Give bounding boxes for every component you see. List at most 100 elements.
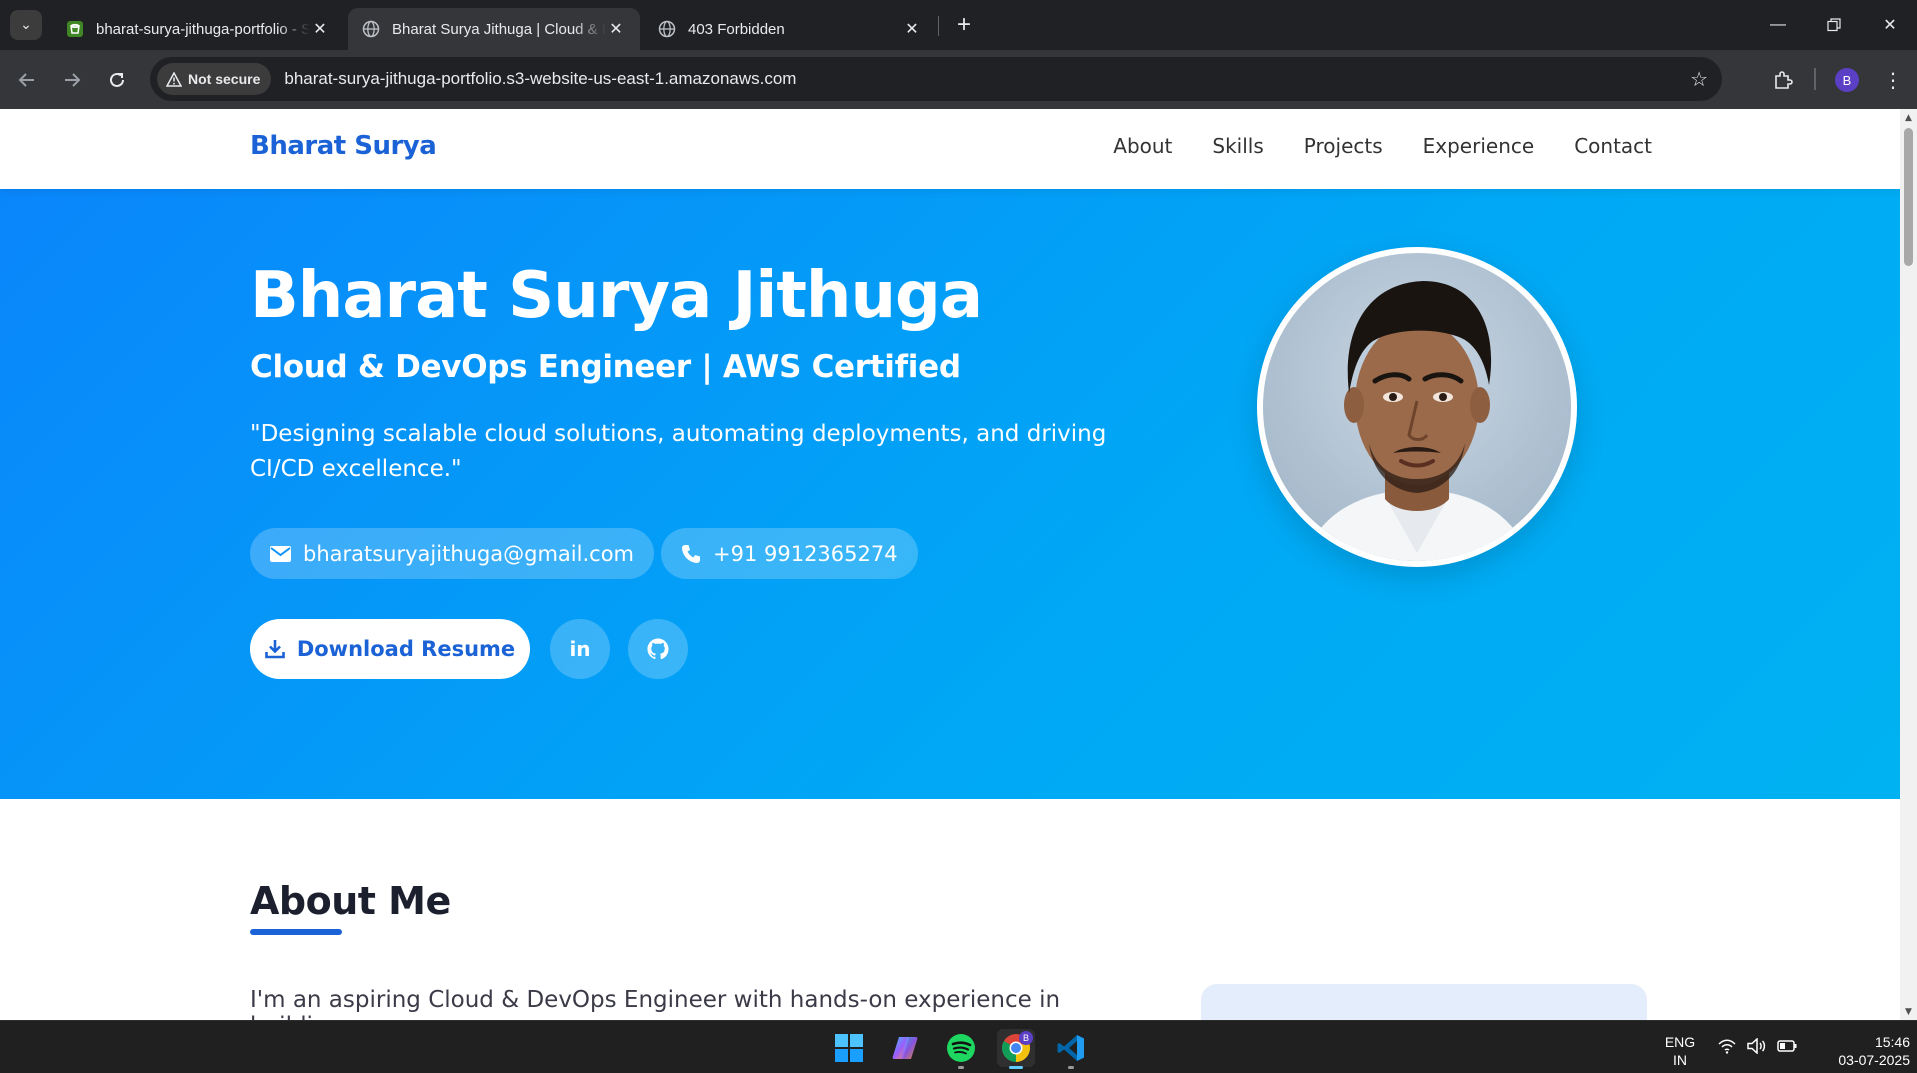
active-indicator xyxy=(1009,1066,1023,1069)
reload-button[interactable] xyxy=(99,62,135,98)
envelope-icon xyxy=(270,545,291,562)
arrow-right-icon xyxy=(65,73,81,87)
download-icon xyxy=(265,640,285,659)
phone-text: +91 9912365274 xyxy=(713,541,898,566)
hero-tagline: "Designing scalable cloud solutions, aut… xyxy=(250,421,1107,482)
nav-link-about[interactable]: About xyxy=(1113,134,1172,158)
email-text: bharatsuryajithuga@gmail.com xyxy=(303,541,634,566)
minimize-icon: — xyxy=(1770,16,1786,33)
browser-tab-bar: ⌄ bharat-surya-jithuga-portfolio - S3 bu… xyxy=(0,0,1917,50)
back-button[interactable] xyxy=(9,62,45,98)
close-icon[interactable]: ✕ xyxy=(902,19,922,39)
address-bar[interactable]: Not secure bharat-surya-jithuga-portfoli… xyxy=(150,57,1722,101)
aws-s3-favicon-icon xyxy=(66,20,84,38)
nav-link-projects[interactable]: Projects xyxy=(1304,134,1383,158)
taskbar-vscode[interactable] xyxy=(1052,1029,1090,1069)
arrow-left-icon xyxy=(18,73,34,87)
windows-logo-icon xyxy=(835,1034,863,1062)
wifi-icon[interactable] xyxy=(1718,1038,1736,1058)
phone-pill[interactable]: +91 9912365274 xyxy=(661,528,918,579)
site-info-button[interactable]: Not secure xyxy=(157,63,272,95)
scroll-down-icon[interactable]: ▼ xyxy=(1900,1003,1917,1020)
profile-photo xyxy=(1257,247,1577,567)
taskbar-copilot[interactable] xyxy=(886,1029,924,1067)
browser-menu-button[interactable]: ⋮ xyxy=(1875,62,1911,98)
reload-icon xyxy=(110,72,124,87)
language-text: ENG xyxy=(1664,1034,1696,1050)
site-navbar: Bharat Surya About Skills Projects Exper… xyxy=(0,109,1900,189)
nav-link-skills[interactable]: Skills xyxy=(1212,134,1263,158)
hero-section: Bharat Surya Jithuga Cloud & DevOps Engi… xyxy=(0,189,1900,799)
hero-name: Bharat Surya Jithuga xyxy=(250,259,983,333)
restore-button[interactable] xyxy=(1806,0,1862,50)
about-section-title: About Me xyxy=(250,879,451,923)
about-info-card xyxy=(1201,984,1647,1020)
taskbar-chrome[interactable]: B xyxy=(997,1029,1035,1069)
about-title-underline xyxy=(250,929,342,935)
linkedin-icon: in xyxy=(569,637,591,661)
tab-403-forbidden[interactable]: 403 Forbidden ✕ xyxy=(644,8,936,50)
email-pill[interactable]: bharatsuryajithuga@gmail.com xyxy=(250,528,654,579)
chevron-down-icon: ⌄ xyxy=(20,17,32,33)
clock-date: 03-07-2025 xyxy=(1838,1052,1910,1068)
browser-toolbar: Not secure bharat-surya-jithuga-portfoli… xyxy=(0,50,1917,109)
language-indicator[interactable]: ENG IN xyxy=(1660,1033,1700,1069)
bookmark-star-icon[interactable]: ☆ xyxy=(1690,67,1708,91)
avatar: B xyxy=(1835,68,1859,92)
spotify-icon xyxy=(947,1034,975,1062)
region-text: IN xyxy=(1673,1052,1687,1068)
tab-separator xyxy=(938,16,939,36)
globe-icon xyxy=(362,20,380,38)
close-icon[interactable]: ✕ xyxy=(310,19,330,39)
download-resume-label: Download Resume xyxy=(296,637,516,661)
profile-button[interactable]: B xyxy=(1829,62,1865,98)
scroll-up-icon[interactable]: ▲ xyxy=(1900,109,1917,126)
page-scrollbar[interactable]: ▲ ▼ xyxy=(1900,109,1917,1020)
nav-link-experience[interactable]: Experience xyxy=(1423,134,1535,158)
site-brand[interactable]: Bharat Surya xyxy=(250,131,437,161)
site-nav-links: About Skills Projects Experience Contact xyxy=(1113,134,1652,158)
globe-icon xyxy=(658,20,676,38)
new-tab-button[interactable]: + xyxy=(948,9,980,41)
puzzle-icon xyxy=(1775,71,1793,89)
security-label: Not secure xyxy=(188,71,261,87)
tab-title: 403 Forbidden xyxy=(688,20,785,38)
more-vertical-icon: ⋮ xyxy=(1883,68,1903,92)
running-indicator xyxy=(1068,1066,1074,1069)
phone-icon xyxy=(682,544,700,563)
taskbar-spotify[interactable] xyxy=(942,1029,980,1069)
minimize-button[interactable]: — xyxy=(1750,0,1806,50)
clock[interactable]: 15:46 03-07-2025 xyxy=(1810,1033,1910,1069)
close-window-button[interactable]: ✕ xyxy=(1862,0,1917,50)
start-button[interactable] xyxy=(830,1029,868,1067)
linkedin-button[interactable]: in xyxy=(550,619,610,679)
nav-link-contact[interactable]: Contact xyxy=(1574,134,1652,158)
chrome-profile-badge: B xyxy=(1019,1031,1033,1045)
tab-portfolio[interactable]: Bharat Surya Jithuga | Cloud & DevOps ✕ xyxy=(348,8,640,50)
copilot-icon xyxy=(892,1037,918,1059)
windows-taskbar: B ENG IN 15:46 03-07-2025 xyxy=(0,1020,1917,1073)
hero-role: Cloud & DevOps Engineer | AWS Certified xyxy=(250,349,961,385)
restore-icon xyxy=(1827,18,1841,32)
person-portrait-icon xyxy=(1303,281,1531,561)
close-icon[interactable]: ✕ xyxy=(606,19,626,39)
tab-search-button[interactable]: ⌄ xyxy=(10,10,42,40)
tab-title: Bharat Surya Jithuga | Cloud & DevOps xyxy=(392,20,606,38)
running-indicator xyxy=(958,1066,964,1069)
battery-icon[interactable] xyxy=(1777,1038,1797,1057)
tab-s3-bucket[interactable]: bharat-surya-jithuga-portfolio - S3 buck… xyxy=(52,8,344,50)
extensions-button[interactable] xyxy=(1765,62,1801,98)
url-text[interactable]: bharat-surya-jithuga-portfolio.s3-websit… xyxy=(284,69,796,89)
scrollbar-thumb[interactable] xyxy=(1904,128,1913,266)
warning-icon xyxy=(166,71,182,87)
forward-button[interactable] xyxy=(54,62,90,98)
volume-icon[interactable] xyxy=(1747,1037,1767,1058)
github-button[interactable] xyxy=(628,619,688,679)
download-resume-button[interactable]: Download Resume xyxy=(250,619,530,679)
about-description: I'm an aspiring Cloud & DevOps Engineer … xyxy=(250,987,1061,1020)
vscode-icon xyxy=(1057,1035,1084,1061)
tab-title: bharat-surya-jithuga-portfolio - S3 buck… xyxy=(96,20,310,38)
clock-time: 15:46 xyxy=(1874,1034,1910,1050)
github-icon xyxy=(647,638,669,660)
page-viewport: Bharat Surya About Skills Projects Exper… xyxy=(0,109,1900,1020)
